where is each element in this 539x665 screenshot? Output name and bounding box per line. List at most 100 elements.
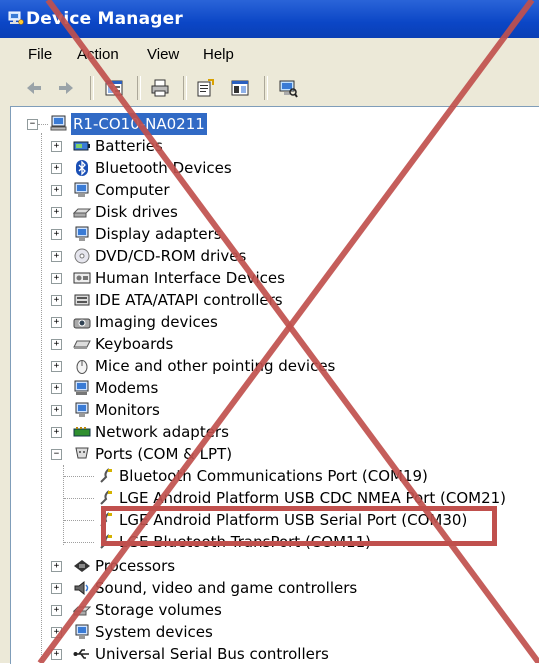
speaker-icon bbox=[74, 580, 89, 596]
usb-icon bbox=[73, 649, 89, 659]
menu-view[interactable]: View bbox=[147, 46, 179, 63]
menu-file[interactable]: File bbox=[28, 46, 52, 63]
expand-toggle[interactable]: + bbox=[51, 339, 62, 350]
properties-icon[interactable] bbox=[195, 78, 215, 98]
hid-icon bbox=[73, 272, 91, 284]
expand-toggle[interactable]: + bbox=[51, 229, 62, 240]
tree-item-label: Human Interface Devices bbox=[95, 269, 285, 287]
tree-item-label: Modems bbox=[95, 379, 159, 397]
forward-icon[interactable] bbox=[56, 78, 76, 98]
expand-toggle[interactable]: + bbox=[51, 295, 62, 306]
expand-toggle[interactable]: + bbox=[51, 427, 62, 438]
menu-bar: File Action View Help bbox=[0, 38, 539, 71]
tree-item-ide-controllers[interactable]: + IDE ATA/ATAPI controllers bbox=[11, 289, 531, 311]
scan-hardware-icon[interactable] bbox=[278, 78, 298, 98]
tree-item-port-com19[interactable]: Bluetooth Communications Port (COM19) bbox=[11, 465, 531, 487]
tree-item-system-devices[interactable]: + System devices bbox=[11, 621, 531, 643]
tree-item-network-adapters[interactable]: + Network adapters bbox=[11, 421, 531, 443]
tree-item-storage-volumes[interactable]: + Storage volumes bbox=[11, 599, 531, 621]
tree-item-label: IDE ATA/ATAPI controllers bbox=[95, 291, 283, 309]
cd-rom-icon bbox=[74, 248, 90, 264]
tree-item-label: Computer bbox=[95, 181, 170, 199]
print-icon[interactable] bbox=[150, 78, 170, 98]
toolbar bbox=[0, 70, 539, 107]
tree-item-label: Bluetooth Communications Port (COM19) bbox=[119, 467, 428, 485]
title-bar: Device Manager bbox=[0, 0, 539, 38]
tree-item-keyboards[interactable]: + Keyboards bbox=[11, 333, 531, 355]
expand-toggle[interactable]: + bbox=[51, 383, 62, 394]
bluetooth-icon bbox=[76, 160, 88, 176]
expand-toggle[interactable]: + bbox=[51, 361, 62, 372]
tree-item-processors[interactable]: + Processors bbox=[11, 555, 531, 577]
expand-toggle[interactable]: + bbox=[51, 317, 62, 328]
expand-toggle[interactable]: + bbox=[51, 207, 62, 218]
expand-toggle[interactable]: + bbox=[51, 273, 62, 284]
collapse-toggle[interactable]: − bbox=[51, 449, 62, 460]
computer-icon bbox=[74, 182, 89, 197]
help-pane-icon[interactable] bbox=[230, 78, 250, 98]
tree-item-display-adapters[interactable]: + Display adapters bbox=[11, 223, 531, 245]
serial-port-icon bbox=[100, 490, 112, 505]
expand-toggle[interactable]: + bbox=[51, 649, 62, 660]
tree-item-bluetooth-devices[interactable]: + Bluetooth Devices bbox=[11, 157, 531, 179]
tree-root[interactable]: − R1-CO10-NA0211 bbox=[11, 113, 531, 135]
tree-item-usb-controllers[interactable]: + Universal Serial Bus controllers bbox=[11, 643, 531, 665]
battery-icon bbox=[73, 141, 90, 151]
tree-item-ports[interactable]: − Ports (COM & LPT) bbox=[11, 443, 531, 465]
keyboard-icon bbox=[73, 340, 91, 349]
tree-item-sound-video-game[interactable]: + Sound, video and game controllers bbox=[11, 577, 531, 599]
tree-item-label: Processors bbox=[95, 557, 176, 575]
highlight-box bbox=[101, 506, 497, 546]
expand-toggle[interactable]: + bbox=[51, 185, 62, 196]
tree-item-label: Network adapters bbox=[95, 423, 229, 441]
expand-toggle[interactable]: + bbox=[51, 405, 62, 416]
expand-toggle[interactable]: + bbox=[51, 141, 62, 152]
tree-item-label: Storage volumes bbox=[95, 601, 222, 619]
toolbar-separator bbox=[264, 76, 268, 100]
tree-item-monitors[interactable]: + Monitors bbox=[11, 399, 531, 421]
tree-item-label: Disk drives bbox=[95, 203, 178, 221]
expand-toggle[interactable]: + bbox=[51, 583, 62, 594]
tree-item-imaging-devices[interactable]: + Imaging devices bbox=[11, 311, 531, 333]
modem-icon bbox=[74, 380, 89, 395]
window-left-edge bbox=[0, 106, 10, 663]
tree-item-label: Display adapters bbox=[95, 225, 222, 243]
tree-item-human-interface-devices[interactable]: + Human Interface Devices bbox=[11, 267, 531, 289]
tree-item-label: Universal Serial Bus controllers bbox=[95, 645, 329, 663]
tree-item-label: Monitors bbox=[95, 401, 160, 419]
tree-item-label: System devices bbox=[95, 623, 213, 641]
mouse-icon bbox=[76, 360, 88, 374]
tree-item-computer[interactable]: + Computer bbox=[11, 179, 531, 201]
tree-item-dvd-cd-rom-drives[interactable]: + DVD/CD-ROM drives bbox=[11, 245, 531, 267]
tree-item-disk-drives[interactable]: + Disk drives bbox=[11, 201, 531, 223]
expand-toggle[interactable]: + bbox=[51, 251, 62, 262]
tree-item-label: Bluetooth Devices bbox=[95, 159, 232, 177]
expand-toggle[interactable]: + bbox=[51, 605, 62, 616]
tree-item-label: Keyboards bbox=[95, 335, 174, 353]
show-hide-tree-icon[interactable] bbox=[104, 78, 124, 98]
network-adapter-icon bbox=[73, 427, 91, 437]
tree-item-batteries[interactable]: + Batteries bbox=[11, 135, 531, 157]
ide-controller-icon bbox=[74, 294, 90, 306]
tree-root-label[interactable]: R1-CO10-NA0211 bbox=[71, 113, 207, 135]
tree-item-mice[interactable]: + Mice and other pointing devices bbox=[11, 355, 531, 377]
system-device-icon bbox=[75, 624, 89, 639]
tree-item-label: Sound, video and game controllers bbox=[95, 579, 358, 597]
disk-drive-icon bbox=[73, 208, 91, 218]
back-icon[interactable] bbox=[24, 78, 44, 98]
expand-toggle[interactable]: + bbox=[51, 163, 62, 174]
window-title: Device Manager bbox=[26, 9, 183, 29]
display-adapter-icon bbox=[75, 226, 89, 241]
device-tree[interactable]: − R1-CO10-NA0211 + Batteries + Bluetooth… bbox=[10, 106, 539, 664]
expand-toggle[interactable]: + bbox=[51, 627, 62, 638]
tree-item-modems[interactable]: + Modems bbox=[11, 377, 531, 399]
menu-help[interactable]: Help bbox=[203, 46, 234, 63]
collapse-toggle[interactable]: − bbox=[27, 119, 38, 130]
tree-item-label: Imaging devices bbox=[95, 313, 218, 331]
menu-action[interactable]: Action bbox=[77, 46, 119, 63]
toolbar-separator bbox=[90, 76, 94, 100]
processor-icon bbox=[74, 560, 90, 572]
camera-icon bbox=[73, 318, 91, 329]
monitor-icon bbox=[75, 402, 89, 417]
expand-toggle[interactable]: + bbox=[51, 561, 62, 572]
